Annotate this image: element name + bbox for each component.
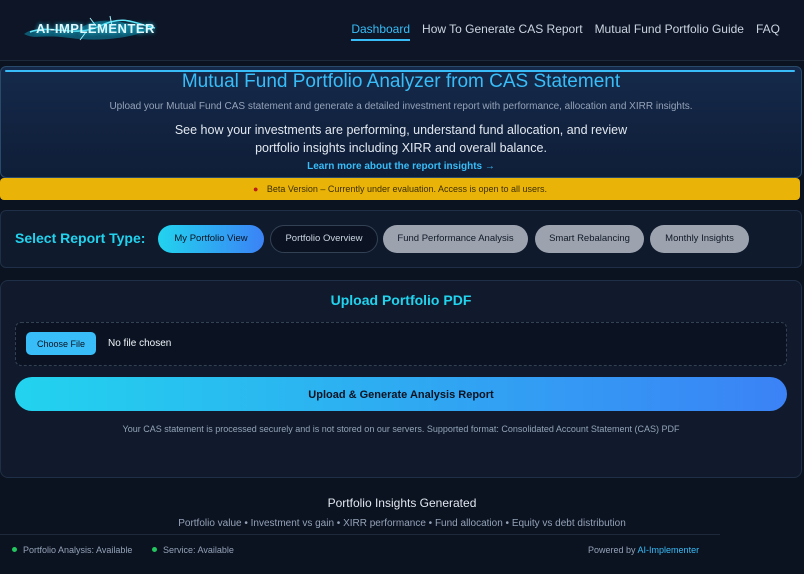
hero-subtitle: Upload your Mutual Fund CAS statement an… <box>109 101 693 112</box>
report-type-card: Select Report Type: My Portfolio View Po… <box>0 210 802 268</box>
option-monthly-insights[interactable]: Monthly Insights <box>650 225 749 253</box>
upload-generate-button[interactable]: Upload & Generate Analysis Report <box>15 377 787 411</box>
site-logo[interactable]: AI-IMPLEMENTER <box>20 14 160 44</box>
option-my-portfolio-view[interactable]: My Portfolio View <box>158 225 264 253</box>
nav-dashboard[interactable]: Dashboard <box>351 22 411 41</box>
nav-faq[interactable]: FAQ <box>756 22 780 41</box>
page-title: Mutual Fund Portfolio Analyzer from CAS … <box>181 71 621 92</box>
hero-description: See how your investments are performing,… <box>174 123 628 155</box>
footer-divider <box>0 534 720 535</box>
status-dot-icon <box>12 547 17 553</box>
logo-text: AI-IMPLEMENTER <box>36 21 155 36</box>
status-service-text: Service: Available <box>163 545 234 555</box>
hero-section: Mutual Fund Portfolio Analyzer from CAS … <box>0 66 802 178</box>
alert-icon: ● <box>252 184 259 194</box>
beta-banner: ● Beta Version – Currently under evaluat… <box>0 178 800 200</box>
status-dot-icon <box>152 547 157 553</box>
insights-title: Portfolio Insights Generated <box>327 496 477 510</box>
powered-prefix: Powered by <box>588 545 636 555</box>
learn-more-link[interactable]: Learn more about the report insights → <box>1 161 801 172</box>
file-status: No file chosen <box>108 338 172 349</box>
upload-title: Upload Portfolio PDF <box>330 292 472 308</box>
choose-file-button[interactable]: Choose File <box>26 332 96 355</box>
status-portfolio-analysis: Portfolio Analysis: Available <box>12 545 132 555</box>
upload-card: Upload Portfolio PDF Choose File No file… <box>0 280 802 478</box>
beta-text: Beta Version – Currently under evaluatio… <box>266 184 548 194</box>
top-nav: AI-IMPLEMENTER Dashboard How To Generate… <box>0 0 804 61</box>
powered-brand-link[interactable]: AI-Implementer <box>638 545 700 555</box>
insights-list: Portfolio value • Investment vs gain • X… <box>178 518 626 529</box>
nav-links: Dashboard How To Generate CAS Report Mut… <box>351 22 780 41</box>
report-type-label: Select Report Type: <box>15 230 146 246</box>
file-input-area[interactable]: Choose File No file chosen <box>15 322 787 366</box>
nav-portfolio-guide[interactable]: Mutual Fund Portfolio Guide <box>595 22 744 41</box>
upload-note: Your CAS statement is processed securely… <box>122 424 680 434</box>
nav-how-to-generate-cas[interactable]: How To Generate CAS Report <box>422 22 583 41</box>
status-service: Service: Available <box>152 545 234 555</box>
option-smart-rebalancing[interactable]: Smart Rebalancing <box>535 225 644 253</box>
option-fund-performance-analysis[interactable]: Fund Performance Analysis <box>383 225 528 253</box>
status-portfolio-text: Portfolio Analysis: Available <box>23 545 133 555</box>
powered-by: Powered by AI-Implementer <box>588 545 699 555</box>
option-portfolio-overview[interactable]: Portfolio Overview <box>270 225 378 253</box>
